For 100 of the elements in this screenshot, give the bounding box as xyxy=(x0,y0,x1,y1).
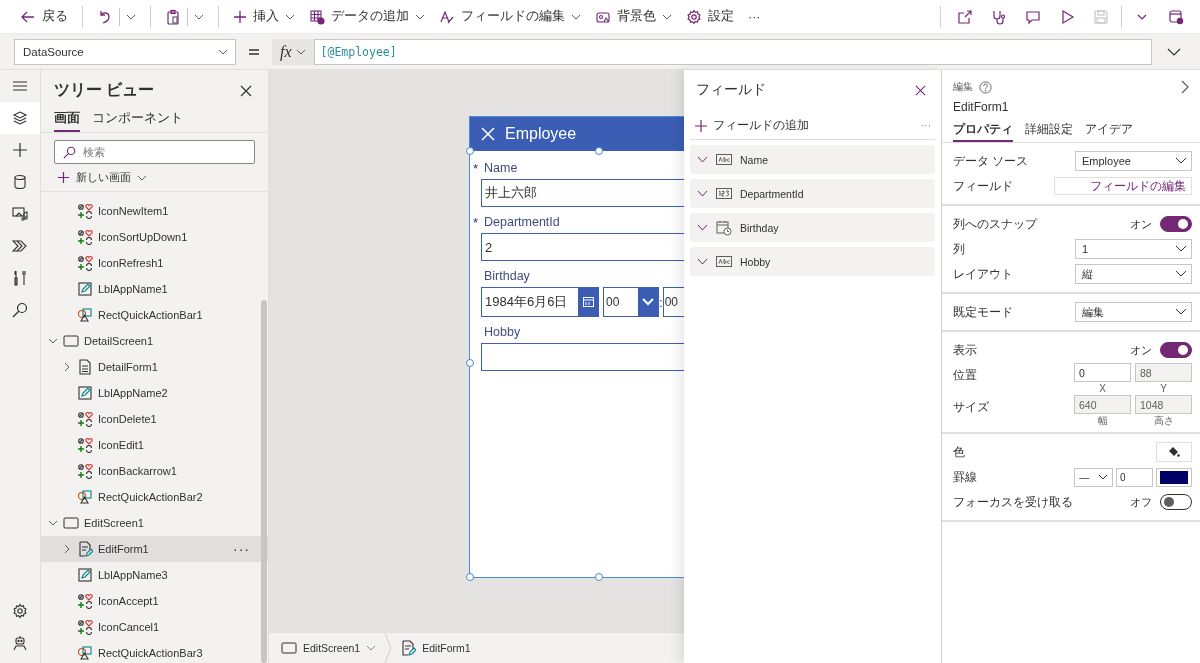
tree-item[interactable]: RectQuickActionBar2 xyxy=(41,484,268,510)
hour-dropdown[interactable]: 00 xyxy=(603,287,659,317)
tree-item[interactable]: IconCancel1 xyxy=(41,614,268,640)
property-label: データ ソース xyxy=(953,153,1029,169)
tree-item[interactable]: IconSortUpDown1 xyxy=(41,224,268,250)
chevron-down-icon xyxy=(1175,308,1187,316)
resize-handle[interactable] xyxy=(595,147,603,155)
help-icon[interactable] xyxy=(979,80,992,94)
field-label: DepartmentId xyxy=(484,215,560,229)
tree-tab[interactable]: 画面 xyxy=(54,107,80,132)
tree-item[interactable]: IconBackarrow1 xyxy=(41,458,268,484)
screen-icon xyxy=(63,516,79,530)
scrollbar[interactable] xyxy=(261,300,267,663)
date-picker[interactable]: 1984年6月6日 xyxy=(481,287,599,317)
settings-button[interactable]: 設定 xyxy=(680,2,740,31)
more-options-button[interactable]: ··· xyxy=(233,541,250,557)
tree-item[interactable]: IconDelete1 xyxy=(41,406,268,432)
input-caption: Y xyxy=(1160,383,1167,394)
tree-item[interactable]: LblAppName2 xyxy=(41,380,268,406)
tree-item[interactable]: DetailScreen1 xyxy=(41,328,268,354)
fill-color-button[interactable] xyxy=(1156,442,1192,462)
function-button[interactable]: fx xyxy=(272,38,314,65)
field-card[interactable]: DepartmentId xyxy=(690,179,935,208)
edit-form[interactable]: Employee * Name 井上六郎 * DepartmentId 2 Birthday 1984年6月6日 00 :00 Hobby xyxy=(469,116,685,578)
text-edit-icon xyxy=(439,8,455,25)
tree-item[interactable]: EditForm1 ··· xyxy=(41,536,268,562)
tree-item[interactable]: EditScreen1 xyxy=(41,510,268,536)
properties-tab[interactable]: 詳細設定 xyxy=(1025,122,1073,142)
properties-tab[interactable]: プロパティ xyxy=(953,122,1013,142)
chevron-down-icon xyxy=(1175,157,1187,165)
tree-item[interactable]: IconEdit1 xyxy=(41,432,268,458)
resize-handle[interactable] xyxy=(466,359,474,367)
more-button[interactable]: ··· xyxy=(921,120,931,131)
panel-title: ツリー ビュー xyxy=(54,80,155,100)
new-screen-button[interactable]: 新しい画面 xyxy=(57,170,147,185)
text-input[interactable]: 2 xyxy=(481,233,685,261)
property-dropdown[interactable]: 1 xyxy=(1075,239,1192,259)
property-dropdown[interactable]: 縦 xyxy=(1075,264,1192,284)
number-input[interactable]: 0 xyxy=(1074,363,1131,382)
tree-view-button[interactable] xyxy=(0,102,40,134)
text-type-icon xyxy=(716,256,732,267)
clipboard-icon xyxy=(165,8,181,25)
media-icon xyxy=(12,206,28,222)
background-button[interactable]: 背景色 xyxy=(589,2,678,31)
border-style-dropdown[interactable]: — xyxy=(1074,467,1113,487)
tree-item[interactable]: LblAppName3 xyxy=(41,562,268,588)
toggle-switch[interactable] xyxy=(1160,342,1192,358)
properties-tab[interactable]: アイデア xyxy=(1085,122,1133,142)
edit-fields-link[interactable]: フィールドの編集 xyxy=(1054,177,1192,195)
icons-icon xyxy=(77,255,93,271)
input-caption: 幅 xyxy=(1097,415,1108,426)
more-button[interactable]: ··· xyxy=(742,2,767,31)
field-card[interactable]: Name xyxy=(690,145,935,174)
add-field-button[interactable]: フィールドの追加 xyxy=(694,117,809,134)
chevron-down-icon[interactable] xyxy=(48,518,58,528)
required-mark: * xyxy=(473,160,479,176)
toggle-switch[interactable] xyxy=(1160,494,1192,510)
form-title: Employee xyxy=(505,125,577,143)
chevrons-icon xyxy=(12,238,28,254)
undo-icon xyxy=(97,8,113,25)
text-input[interactable]: 井上六郎 xyxy=(481,179,685,207)
formula-field[interactable]: [@Employee] xyxy=(313,38,1152,65)
shapes-icon xyxy=(77,645,93,661)
chevron-right-icon[interactable] xyxy=(62,544,72,554)
tree-item[interactable]: RectQuickActionBar1 xyxy=(41,302,268,328)
chevron-down-icon[interactable] xyxy=(48,336,58,346)
tree-item[interactable]: IconNewItem1 xyxy=(41,198,268,224)
insert-button[interactable]: 挿入 xyxy=(227,2,301,31)
toggle-switch[interactable] xyxy=(1160,216,1192,232)
property-dropdown[interactable]: 編集 xyxy=(1075,302,1192,322)
required-mark: * xyxy=(473,214,479,230)
field-card[interactable]: Birthday xyxy=(690,213,935,242)
tree-item[interactable]: IconAccept1 xyxy=(41,588,268,614)
chevron-right-icon[interactable] xyxy=(62,362,72,372)
field-label: Hobby xyxy=(484,325,521,339)
breadcrumb-item[interactable]: EditScreen1 xyxy=(281,641,377,655)
back-button[interactable]: 戻る xyxy=(14,2,74,31)
publish-icon xyxy=(1168,8,1184,25)
edit-form-icon xyxy=(400,640,417,656)
breadcrumb-item[interactable]: EditForm1 xyxy=(400,640,471,656)
resize-handle[interactable] xyxy=(466,147,474,155)
tree-item[interactable]: LblAppName1 xyxy=(41,276,268,302)
tree-tab[interactable]: コンポーネント xyxy=(92,107,183,132)
tree-item[interactable]: DetailForm1 xyxy=(41,354,268,380)
data-button[interactable]: データの追加 xyxy=(303,2,431,31)
field-card[interactable]: Hobby xyxy=(690,247,935,276)
resize-handle[interactable] xyxy=(595,573,603,581)
tree-item[interactable]: IconRefresh1 xyxy=(41,250,268,276)
tree-item[interactable]: RectQuickActionBar3 xyxy=(41,640,268,663)
menu-icon xyxy=(12,78,28,94)
stethoscope-icon xyxy=(991,8,1007,25)
fields-button[interactable]: フィールドの編集 xyxy=(433,2,587,31)
search-field[interactable]: 検索 xyxy=(54,140,255,164)
icons-icon xyxy=(77,437,93,453)
property-dropdown[interactable]: DataSource xyxy=(14,38,236,65)
resize-handle[interactable] xyxy=(466,573,474,581)
chevron-right-icon[interactable] xyxy=(1181,80,1190,94)
toggle-state: オン xyxy=(1130,216,1152,232)
property-dropdown[interactable]: Employee xyxy=(1075,151,1192,171)
border-width-input[interactable]: 0 xyxy=(1116,467,1153,487)
